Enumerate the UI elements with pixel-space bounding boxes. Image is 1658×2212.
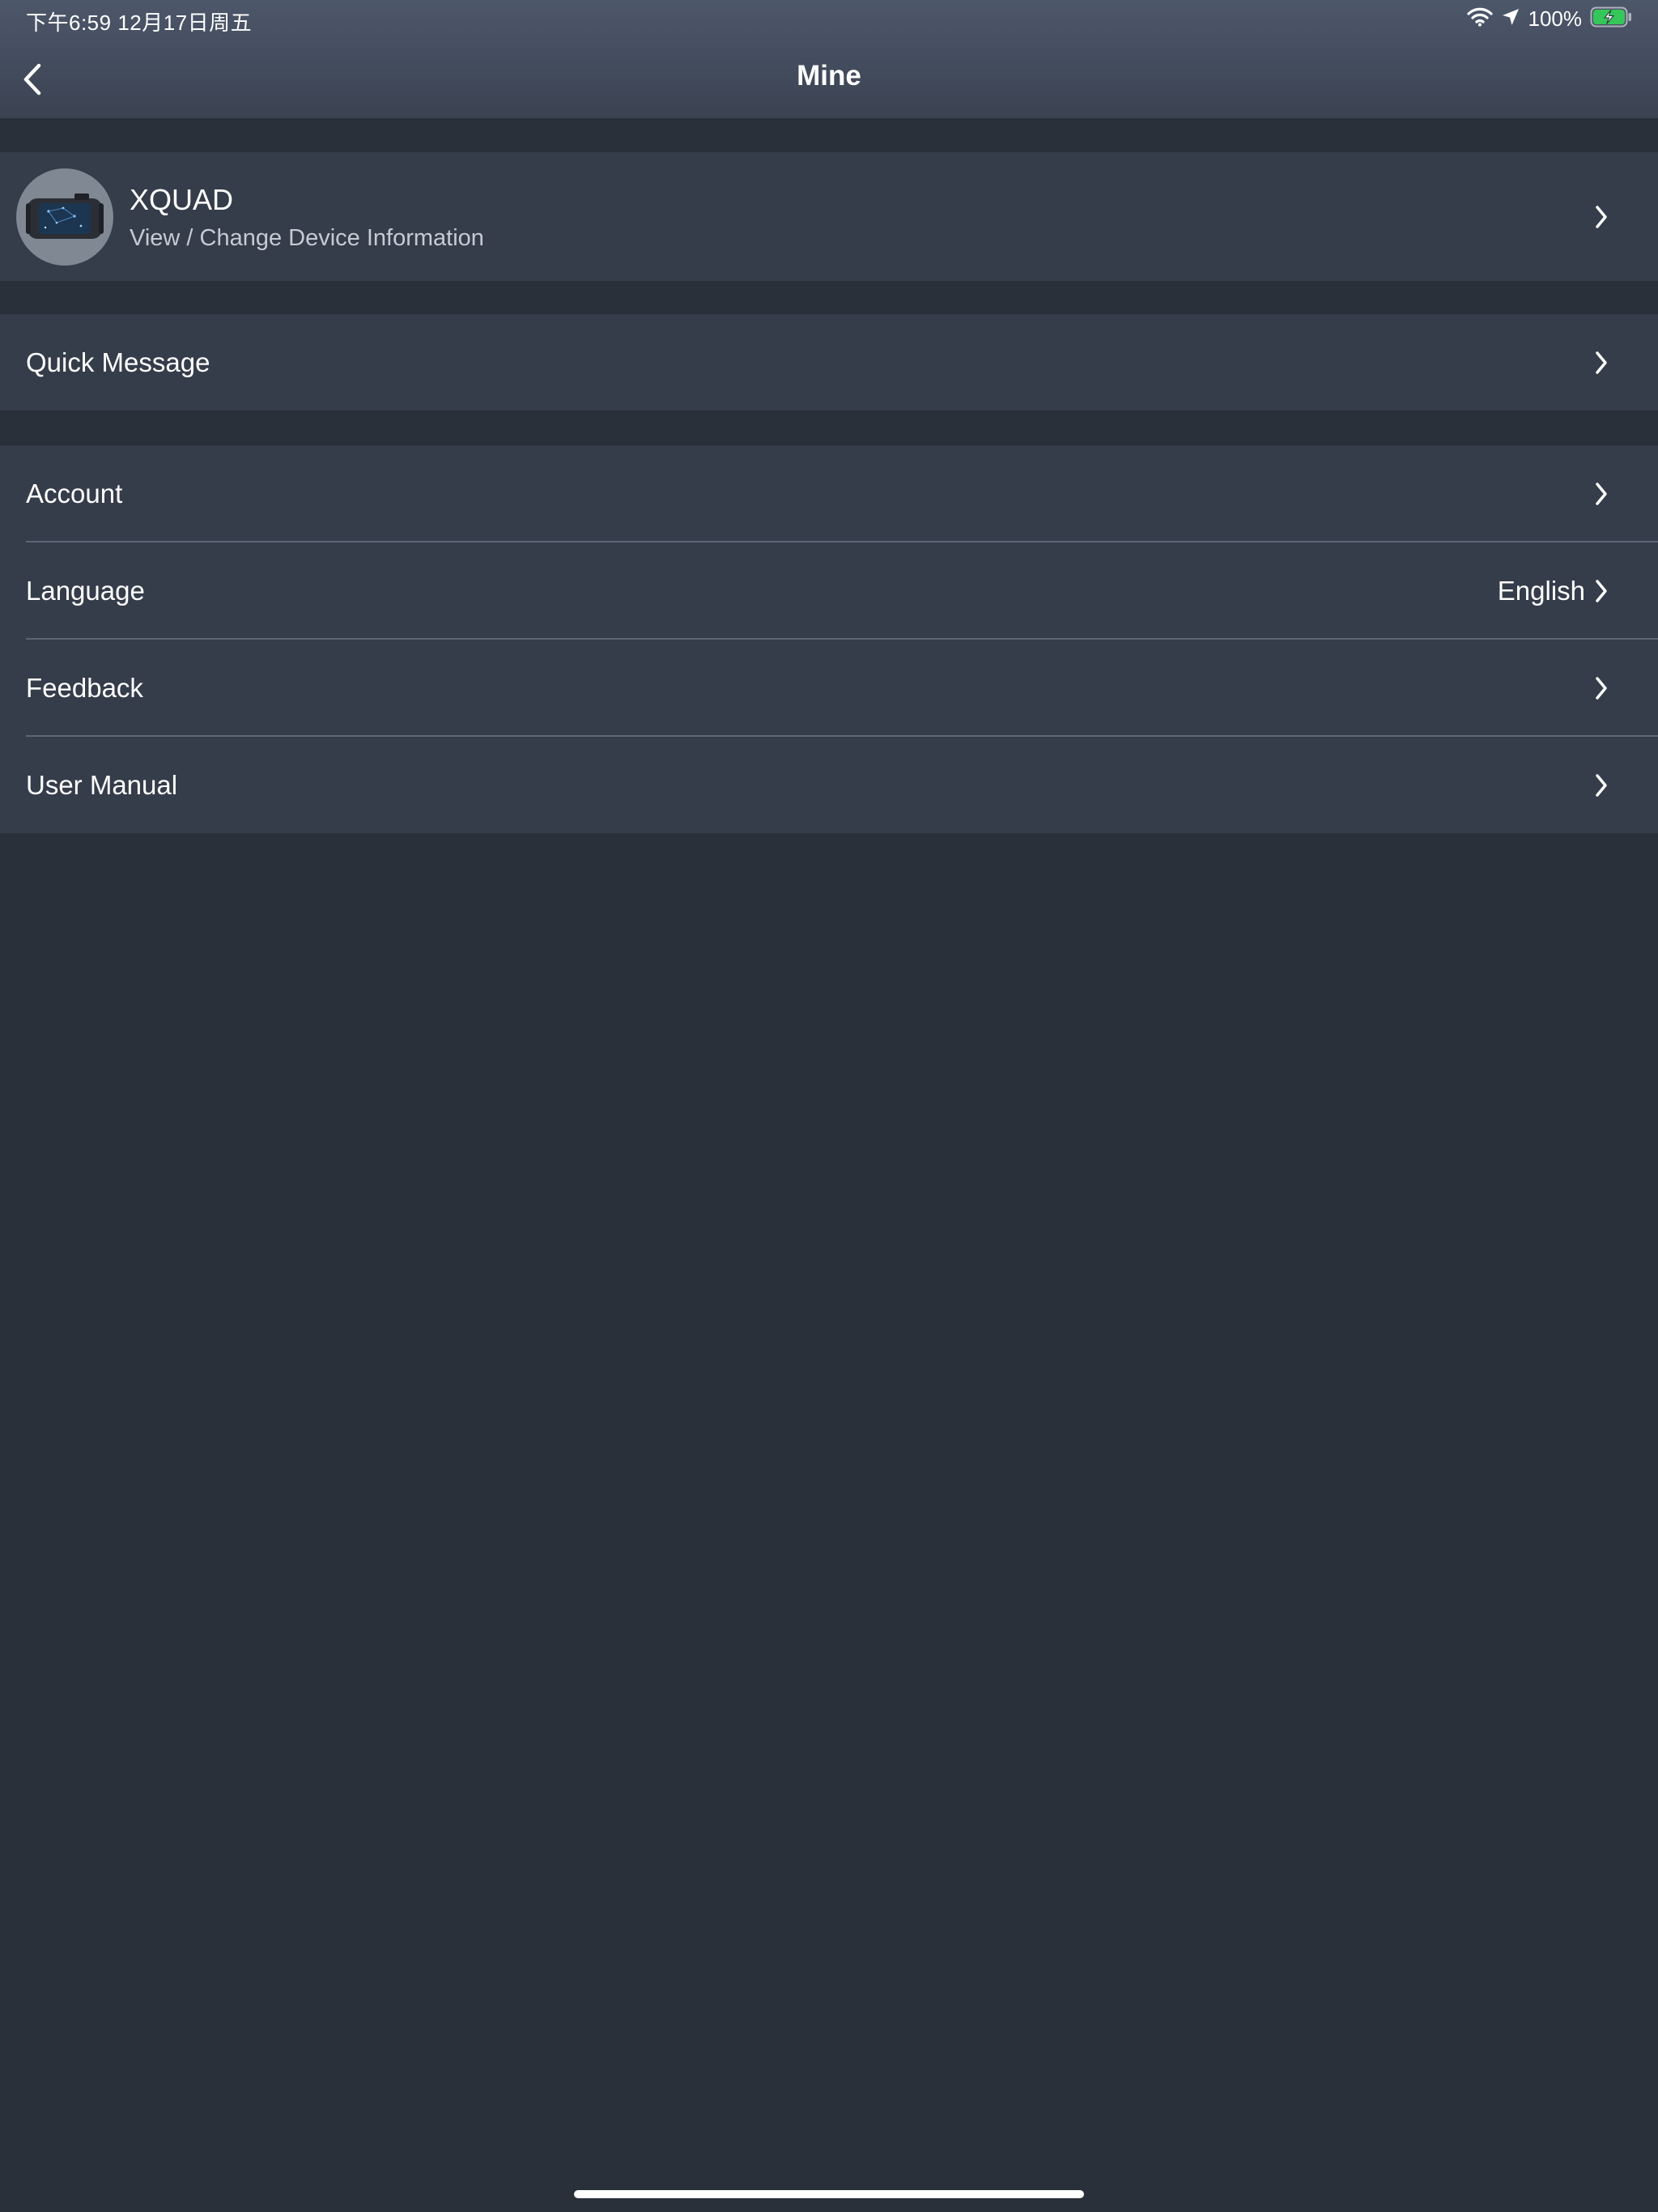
quick-message-label: Quick Message (26, 347, 210, 377)
chevron-right-icon (1592, 203, 1611, 231)
device-image-icon (26, 194, 104, 239)
quick-message-row[interactable]: Quick Message (0, 314, 1658, 410)
device-subtitle: View / Change Device Information (130, 225, 484, 251)
language-label: Language (26, 576, 145, 606)
location-arrow-icon (1501, 7, 1520, 31)
home-indicator[interactable] (574, 2190, 1084, 2198)
device-info-row[interactable]: XQUAD View / Change Device Information (0, 152, 1658, 281)
chevron-right-icon (1592, 480, 1611, 508)
page-title: Mine (797, 60, 861, 91)
battery-percent: 100% (1528, 6, 1583, 31)
chevron-right-icon (1592, 577, 1611, 605)
account-label: Account (26, 479, 123, 508)
user-manual-row[interactable]: User Manual (0, 737, 1658, 834)
user-manual-label: User Manual (26, 770, 178, 800)
screen: 下午6:59 12月17日周五 100% Mine XQUAD View / C… (0, 0, 1658, 2212)
feedback-row[interactable]: Feedback (0, 640, 1658, 737)
feedback-label: Feedback (26, 673, 143, 703)
status-time-date: 下午6:59 12月17日周五 (26, 11, 253, 35)
chevron-right-icon (1592, 349, 1611, 376)
device-name: XQUAD (130, 183, 234, 216)
device-avatar (16, 168, 113, 266)
battery-charging-icon (1590, 6, 1632, 32)
wifi-icon (1466, 7, 1493, 31)
settings-section: Account Language English Feedback User M… (0, 445, 1658, 833)
language-value: English (1497, 576, 1585, 606)
chevron-right-icon (1592, 772, 1611, 799)
status-icons: 100% (1466, 5, 1633, 32)
chevron-right-icon (1592, 674, 1611, 702)
account-row[interactable]: Account (0, 445, 1658, 542)
navigation-header: 下午6:59 12月17日周五 100% Mine (0, 0, 1658, 118)
language-row[interactable]: Language English (0, 542, 1658, 640)
quick-message-section: Quick Message (0, 314, 1658, 410)
